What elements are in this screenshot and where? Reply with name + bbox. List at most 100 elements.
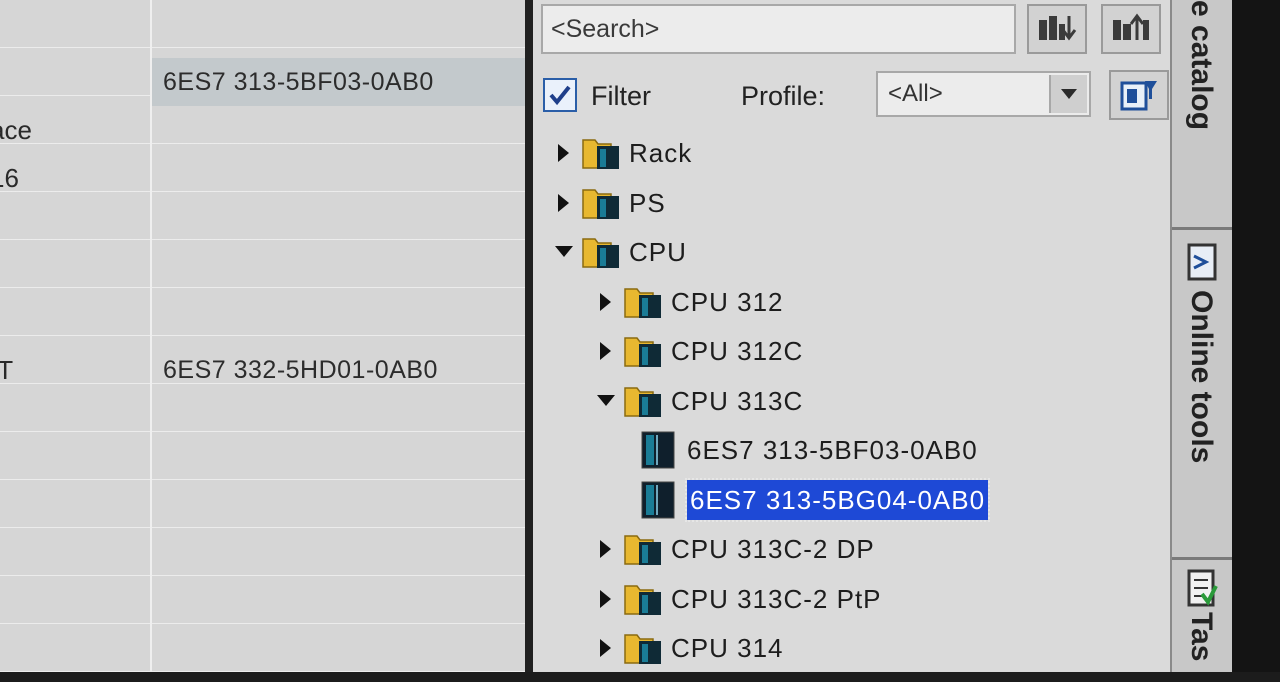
tab-hardware-catalog[interactable]: e catalog bbox=[1172, 0, 1232, 230]
property-value-cell bbox=[152, 490, 525, 538]
tree-node-label: CPU 313C bbox=[671, 385, 804, 416]
filter-profile-button[interactable] bbox=[1109, 70, 1169, 120]
property-value-cell bbox=[152, 538, 525, 586]
tree-folder-node[interactable]: CPU 313C-2 DP bbox=[597, 526, 1133, 572]
property-name-cell bbox=[0, 202, 150, 250]
property-name-cell bbox=[0, 634, 150, 682]
tree-node-label: CPU 313C-2 PtP bbox=[671, 583, 882, 614]
table-row[interactable] bbox=[0, 442, 525, 490]
property-value-cell bbox=[152, 394, 525, 442]
property-name: IT bbox=[0, 355, 14, 385]
table-row[interactable] bbox=[0, 202, 525, 250]
expand-arrow-icon[interactable] bbox=[597, 636, 615, 660]
property-value-cell bbox=[152, 586, 525, 634]
property-name-cell bbox=[0, 298, 150, 346]
tree-folder-node[interactable]: CPU 313C bbox=[597, 378, 1133, 424]
online-tools-icon bbox=[1187, 243, 1217, 281]
expand-arrow-icon[interactable] bbox=[555, 141, 573, 165]
table-row[interactable] bbox=[0, 490, 525, 538]
search-down-button[interactable] bbox=[1027, 4, 1087, 54]
table-row[interactable] bbox=[0, 250, 525, 298]
tree-module-node[interactable]: 6ES7 313-5BG04-0AB0 bbox=[639, 477, 1133, 523]
search-up-button[interactable] bbox=[1101, 4, 1161, 54]
tree-folder-node[interactable]: Rack bbox=[555, 130, 1133, 176]
collapse-arrow-icon[interactable] bbox=[555, 240, 573, 264]
tree-node-label: CPU 314 bbox=[671, 633, 784, 663]
expand-arrow-icon[interactable] bbox=[597, 339, 615, 363]
table-row[interactable] bbox=[0, 394, 525, 442]
checkmark-icon bbox=[549, 85, 571, 106]
property-name: 16 bbox=[0, 163, 19, 193]
tree-folder-node[interactable]: CPU 312C bbox=[597, 328, 1133, 374]
expand-arrow-icon[interactable] bbox=[597, 537, 615, 561]
property-name-cell: ace bbox=[0, 106, 150, 154]
tree-node-label: 6ES7 313-5BG04-0AB0 bbox=[684, 477, 991, 522]
tree-folder-node[interactable]: CPU 313C-2 PtP bbox=[597, 576, 1133, 622]
table-row[interactable] bbox=[0, 586, 525, 634]
tab-online-tools-label: Online tools bbox=[1185, 290, 1218, 464]
table-row[interactable] bbox=[0, 298, 525, 346]
filter-row: Filter Profile: <All> bbox=[541, 70, 1169, 120]
table-row[interactable]: IT 6ES7 332-5HD01-0AB0 bbox=[0, 346, 525, 394]
property-name-cell: IT bbox=[0, 346, 150, 394]
table-row[interactable]: 6ES7 313-5BF03-0AB0 bbox=[0, 58, 525, 106]
property-name: ace bbox=[0, 115, 32, 145]
collapse-arrow-icon[interactable] bbox=[597, 389, 615, 413]
search-up-icon bbox=[1113, 13, 1149, 40]
profile-select[interactable]: <All> bbox=[876, 71, 1091, 117]
tab-online-tools[interactable]: Online tools bbox=[1172, 230, 1232, 560]
table-row[interactable]: 16 bbox=[0, 154, 525, 202]
property-name-cell bbox=[0, 250, 150, 298]
tree-folder-node[interactable]: CPU 312 bbox=[597, 279, 1133, 325]
table-row[interactable]: ace bbox=[0, 106, 525, 154]
filter-checkbox[interactable] bbox=[543, 78, 577, 112]
property-name-cell bbox=[0, 58, 150, 106]
property-name-cell bbox=[0, 394, 150, 442]
property-value-cell bbox=[152, 634, 525, 682]
folder-icon bbox=[624, 634, 661, 664]
tree-node-label: CPU 313C-2 DP bbox=[671, 534, 875, 564]
tab-catalog-label: e catalog bbox=[1185, 0, 1218, 131]
panel-splitter[interactable] bbox=[525, 0, 533, 672]
catalog-search-input[interactable]: <Search> bbox=[541, 4, 1016, 54]
tree-node-label: CPU 312C bbox=[671, 336, 804, 366]
property-name-cell bbox=[0, 538, 150, 586]
profile-value: <All> bbox=[888, 80, 943, 107]
filter-profile-icon bbox=[1120, 81, 1157, 111]
tree-folder-node[interactable]: PS bbox=[555, 180, 1133, 226]
table-row[interactable] bbox=[0, 538, 525, 586]
property-value-cell bbox=[152, 10, 525, 58]
table-row[interactable] bbox=[0, 634, 525, 682]
folder-icon bbox=[624, 337, 661, 367]
module-icon bbox=[641, 481, 675, 518]
tree-folder-node[interactable]: CPU 314 bbox=[597, 625, 1133, 671]
property-name-cell bbox=[0, 586, 150, 634]
tree-module-node[interactable]: 6ES7 313-5BF03-0AB0 bbox=[639, 427, 1133, 473]
expand-arrow-icon[interactable] bbox=[597, 290, 615, 314]
filter-label: Filter bbox=[591, 81, 651, 111]
property-name-cell bbox=[0, 490, 150, 538]
folder-icon bbox=[582, 139, 619, 169]
property-name-cell: 16 bbox=[0, 154, 150, 202]
profile-dropdown-arrow[interactable] bbox=[1049, 75, 1087, 113]
expand-arrow-icon[interactable] bbox=[555, 191, 573, 215]
tree-folder-node[interactable]: CPU bbox=[555, 229, 1133, 275]
window-edge bbox=[1232, 0, 1280, 672]
property-name-cell bbox=[0, 442, 150, 490]
tab-tasks[interactable]: Tas bbox=[1172, 560, 1232, 672]
property-value-cell bbox=[152, 202, 525, 250]
property-value-cell bbox=[152, 154, 525, 202]
folder-icon bbox=[624, 386, 661, 417]
tab-tasks-label: Tas bbox=[1185, 612, 1218, 662]
folder-icon bbox=[582, 188, 619, 219]
chevron-down-icon bbox=[1061, 89, 1077, 99]
property-value-cell bbox=[152, 442, 525, 490]
property-value-cell bbox=[152, 106, 525, 154]
property-value-cell bbox=[152, 298, 525, 346]
expand-arrow-icon[interactable] bbox=[597, 587, 615, 611]
folder-icon bbox=[624, 584, 661, 615]
folder-icon bbox=[582, 238, 619, 268]
table-row[interactable] bbox=[0, 10, 525, 58]
property-name-cell bbox=[0, 10, 150, 58]
property-value-cell: 6ES7 332-5HD01-0AB0 bbox=[163, 356, 438, 384]
